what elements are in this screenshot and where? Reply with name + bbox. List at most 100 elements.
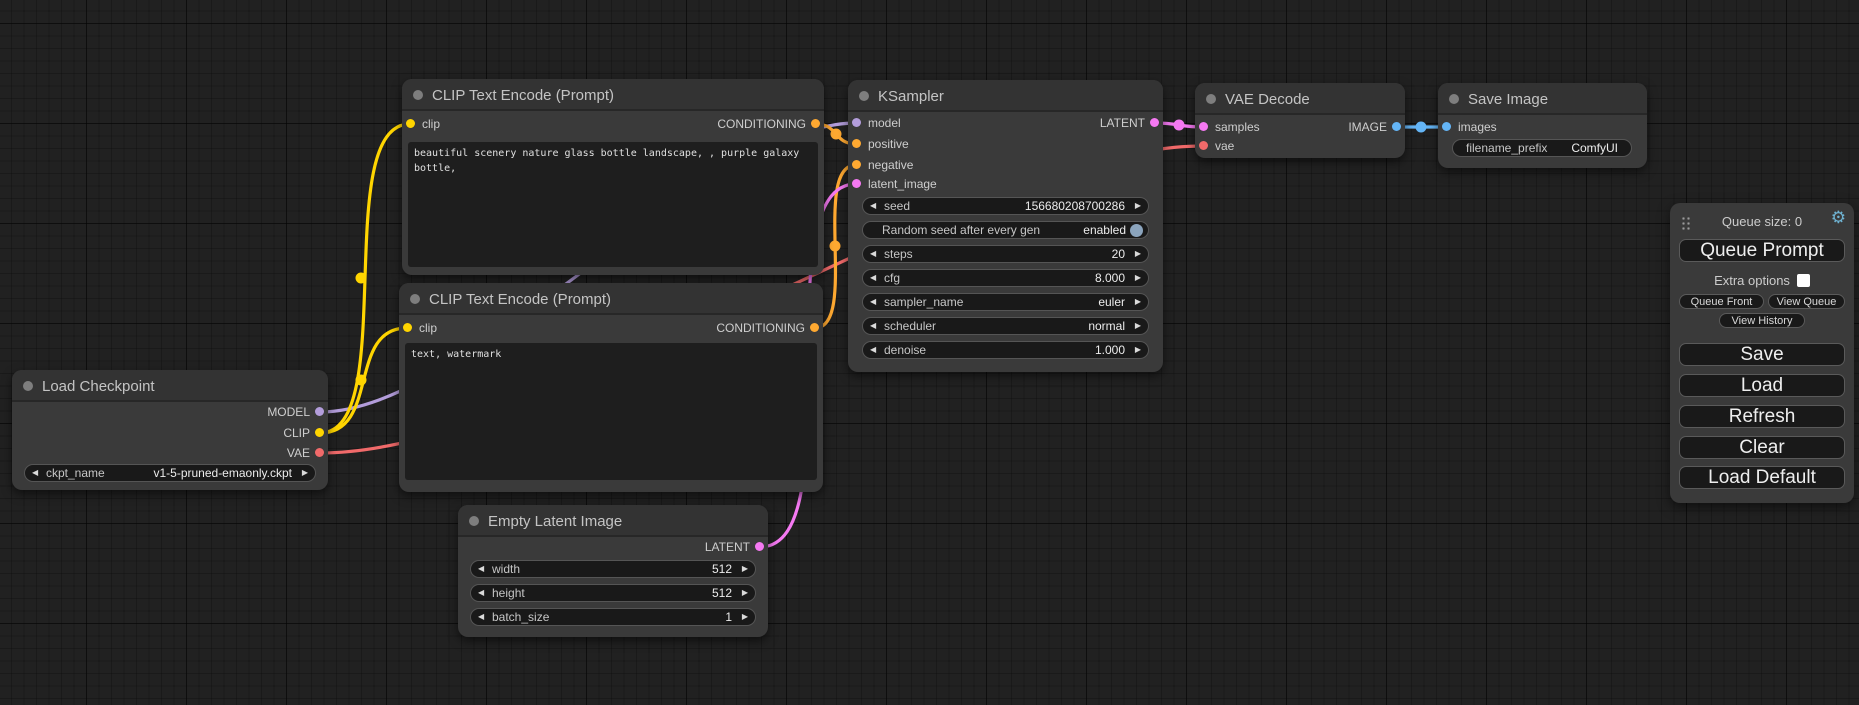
collapse-dot-icon[interactable] [859,91,869,101]
vae-input-socket[interactable] [1199,141,1208,150]
widget-value: euler [1098,295,1125,309]
settings-gear-icon[interactable]: ⚙ [1831,210,1846,227]
increment-arrow-icon[interactable]: ▶ [296,465,308,481]
link-midpoint-dot [831,129,842,140]
images-input-socket[interactable] [1442,122,1451,131]
random-seed-toggle[interactable] [1130,224,1143,237]
increment-arrow-icon[interactable]: ▶ [736,585,748,601]
decrement-arrow-icon[interactable]: ◀ [870,246,882,262]
decrement-arrow-icon[interactable]: ◀ [870,342,882,358]
conditioning-output-socket[interactable] [810,323,819,332]
view-history-button[interactable]: View History [1719,313,1805,328]
save-button[interactable]: Save [1679,343,1845,366]
node-title-bar[interactable]: VAE Decode [1195,83,1405,115]
width-widget[interactable]: ◀ width 512 ▶ [470,560,756,578]
input-label-vae: vae [1215,139,1234,153]
node-title: CLIP Text Encode (Prompt) [432,87,614,104]
ckpt-name-widget[interactable]: ◀ ckpt_name v1-5-pruned-emaonly.ckpt ▶ [24,464,316,482]
input-label-clip: clip [419,321,437,335]
seed-widget[interactable]: ◀ seed 156680208700286 ▶ [862,197,1149,215]
decrement-arrow-icon[interactable]: ◀ [870,294,882,310]
node-load-checkpoint[interactable]: Load Checkpoint MODEL CLIP VAE ◀ ckpt_na… [12,370,328,490]
steps-widget[interactable]: ◀ steps 20 ▶ [862,245,1149,263]
batch-size-widget[interactable]: ◀ batch_size 1 ▶ [470,608,756,626]
decrement-arrow-icon[interactable]: ◀ [870,270,882,286]
negative-prompt-textarea[interactable]: text, watermark [405,343,817,480]
extra-options-checkbox[interactable] [1797,274,1810,287]
decrement-arrow-icon[interactable]: ◀ [478,561,490,577]
queue-front-button[interactable]: Queue Front [1679,294,1764,309]
image-output-socket[interactable] [1392,122,1401,131]
denoise-widget[interactable]: ◀ denoise 1.000 ▶ [862,341,1149,359]
node-vae-decode[interactable]: VAE Decode samples vae IMAGE [1195,83,1405,158]
cfg-widget[interactable]: ◀ cfg 8.000 ▶ [862,269,1149,287]
decrement-arrow-icon[interactable]: ◀ [870,198,882,214]
clip-input-socket[interactable] [403,323,412,332]
negative-input-socket[interactable] [852,160,861,169]
random-seed-widget[interactable]: Random seed after every gen enabled [862,221,1149,239]
increment-arrow-icon[interactable]: ▶ [1129,246,1141,262]
link-midpoint-dot [1416,122,1427,133]
conditioning-output-socket[interactable] [811,119,820,128]
collapse-dot-icon[interactable] [410,294,420,304]
latent-output-socket[interactable] [1150,118,1159,127]
decrement-arrow-icon[interactable]: ◀ [478,585,490,601]
increment-arrow-icon[interactable]: ▶ [1129,342,1141,358]
decrement-arrow-icon[interactable]: ◀ [478,609,490,625]
increment-arrow-icon[interactable]: ▶ [1129,294,1141,310]
node-clip-text-encode-negative[interactable]: CLIP Text Encode (Prompt) clip CONDITION… [399,283,823,492]
height-widget[interactable]: ◀ height 512 ▶ [470,584,756,602]
node-clip-text-encode-positive[interactable]: CLIP Text Encode (Prompt) clip CONDITION… [402,79,824,275]
model-output-socket[interactable] [315,407,324,416]
scheduler-widget[interactable]: ◀ scheduler normal ▶ [862,317,1149,335]
collapse-dot-icon[interactable] [413,90,423,100]
widget-value: normal [1088,319,1125,333]
clear-button[interactable]: Clear [1679,436,1845,459]
load-default-button[interactable]: Load Default [1679,466,1845,489]
node-ksampler[interactable]: KSampler model positive negative latent_… [848,80,1163,372]
positive-input-socket[interactable] [852,139,861,148]
latent-image-input-socket[interactable] [852,179,861,188]
latent-output-socket[interactable] [755,542,764,551]
node-title-bar[interactable]: Save Image [1438,83,1647,115]
positive-prompt-textarea[interactable]: beautiful scenery nature glass bottle la… [408,142,818,267]
model-input-socket[interactable] [852,118,861,127]
vae-output-socket[interactable] [315,448,324,457]
node-title-bar[interactable]: Empty Latent Image [458,505,768,537]
link-midpoint-dot [356,273,367,284]
node-title-bar[interactable]: Load Checkpoint [12,370,328,402]
widget-value: 1.000 [1095,343,1125,357]
collapse-dot-icon[interactable] [23,381,33,391]
decrement-arrow-icon[interactable]: ◀ [870,318,882,334]
collapse-dot-icon[interactable] [1449,94,1459,104]
decrement-arrow-icon[interactable]: ◀ [32,465,44,481]
node-title-bar[interactable]: CLIP Text Encode (Prompt) [402,79,824,111]
node-save-image[interactable]: Save Image images filename_prefix ComfyU… [1438,83,1647,168]
node-empty-latent-image[interactable]: Empty Latent Image LATENT ◀ width 512 ▶ … [458,505,768,637]
refresh-button[interactable]: Refresh [1679,405,1845,428]
increment-arrow-icon[interactable]: ▶ [1129,198,1141,214]
clip-output-socket[interactable] [315,428,324,437]
queue-menu-panel: Queue size: 0 ⚙ Queue Prompt Extra optio… [1670,203,1854,503]
queue-prompt-button[interactable]: Queue Prompt [1679,239,1845,262]
filename-prefix-widget[interactable]: filename_prefix ComfyUI [1452,139,1632,157]
node-title-bar[interactable]: KSampler [848,80,1163,112]
samples-input-socket[interactable] [1199,122,1208,131]
view-queue-button[interactable]: View Queue [1768,294,1845,309]
increment-arrow-icon[interactable]: ▶ [1129,318,1141,334]
node-title-bar[interactable]: CLIP Text Encode (Prompt) [399,283,823,315]
sampler-name-widget[interactable]: ◀ sampler_name euler ▶ [862,293,1149,311]
clip-input-socket[interactable] [406,119,415,128]
widget-name: steps [884,247,913,261]
node-title: Empty Latent Image [488,513,622,530]
load-button[interactable]: Load [1679,374,1845,397]
collapse-dot-icon[interactable] [469,516,479,526]
output-label-clip: CLIP [283,426,310,440]
collapse-dot-icon[interactable] [1206,94,1216,104]
node-graph-canvas[interactable]: Load Checkpoint MODEL CLIP VAE ◀ ckpt_na… [0,0,1859,705]
input-label-negative: negative [868,158,913,172]
increment-arrow-icon[interactable]: ▶ [736,561,748,577]
increment-arrow-icon[interactable]: ▶ [736,609,748,625]
widget-name: cfg [884,271,900,285]
increment-arrow-icon[interactable]: ▶ [1129,270,1141,286]
